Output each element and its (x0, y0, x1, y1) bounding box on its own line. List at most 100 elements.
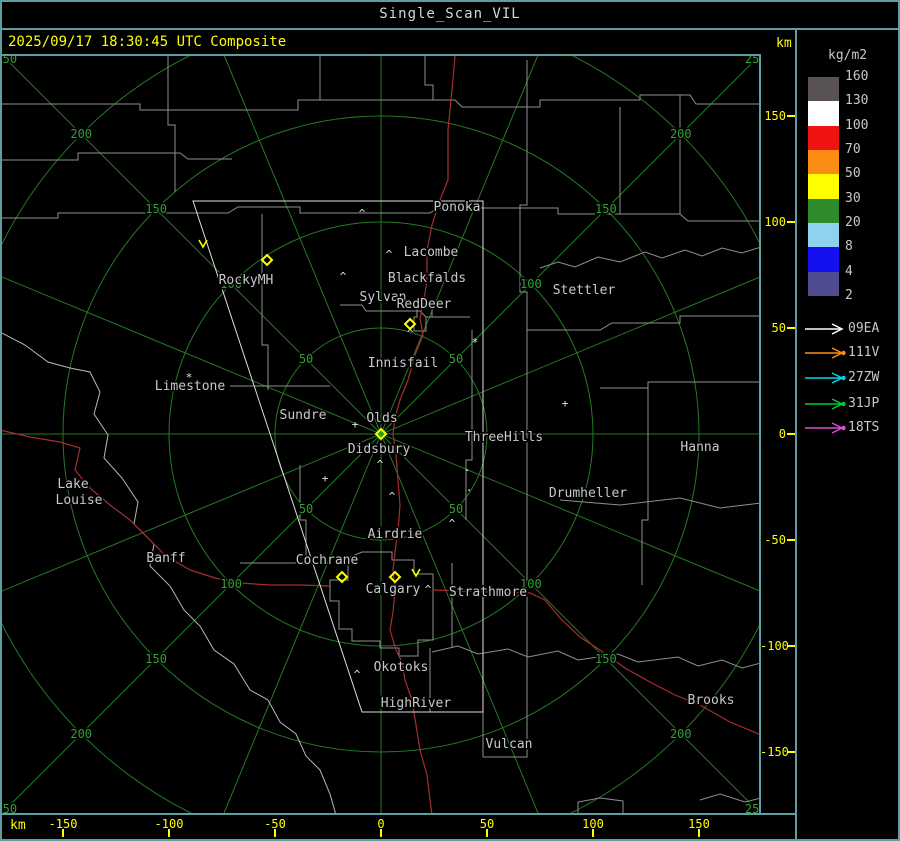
right-axis-label: -50 (764, 533, 786, 547)
point-marker: ^ (389, 490, 396, 503)
scale-boundary-label: 160 (845, 69, 869, 84)
right-axis-label: -150 (760, 745, 789, 759)
city-label: Brooks (688, 693, 735, 708)
city-label: Okotoks (374, 660, 429, 675)
scale-boundary-label: 100 (845, 117, 869, 133)
city-label: Stettler (553, 283, 616, 298)
scan-datetime: 2025/09/17 18:30:45 UTC Composite (8, 34, 287, 50)
point-marker: ^ (340, 270, 347, 283)
provincial-boundary (2, 332, 336, 813)
city-label: HighRiver (381, 696, 452, 711)
radar-site-label: 09EA (848, 321, 880, 336)
check-marker (411, 568, 421, 578)
scale-color-box (808, 222, 839, 248)
scale-boundary-label: 20 (845, 214, 861, 230)
ring-distance-label: 150 (145, 202, 167, 216)
city-label: Hanna (680, 440, 719, 455)
scale-color-box (808, 174, 839, 199)
city-label: Vulcan (486, 737, 533, 752)
scale-color-box (808, 271, 839, 296)
right-axis-tick (787, 645, 795, 647)
ring-distance-label: 150 (145, 652, 167, 666)
radar-site-label: 31JP (848, 396, 880, 411)
right-axis-label: 100 (764, 215, 786, 229)
border-title-divider (0, 28, 900, 30)
scale-color-box (808, 198, 839, 223)
ring-distance-label: 150 (595, 202, 617, 216)
scale-color-box (808, 125, 839, 150)
sidebar-divider (795, 30, 797, 841)
radar-site-label: 18TS (848, 420, 880, 435)
scale-boundary-label: 2 (845, 287, 853, 303)
radar-arrow-icon (805, 422, 846, 434)
point-marker: ^ (377, 458, 384, 471)
right-axis-label: -100 (760, 639, 789, 653)
bottom-axis-tick (698, 829, 700, 837)
scale-boundary-label: 8 (845, 239, 853, 255)
city-label: Drumheller (549, 486, 627, 501)
scale-boundary-label: 70 (845, 141, 861, 157)
city-label: RockyMH (219, 273, 274, 288)
city-label: Innisfail (368, 356, 438, 371)
radar-arrow-icon (805, 347, 846, 359)
point-marker: ^ (449, 517, 456, 530)
city-label: Banff (146, 551, 185, 566)
point-marker: ^ (407, 327, 414, 340)
ring-distance-label: 50 (299, 352, 313, 366)
city-label: ThreeHills (465, 430, 543, 445)
ring-distance-label: 250 (2, 56, 17, 66)
right-axis-tick (787, 433, 795, 435)
point-marker: ^ (354, 668, 361, 681)
right-axis-unit-label: km (776, 36, 792, 51)
city-label: Cochrane (296, 553, 359, 568)
right-axis-label: 0 (778, 427, 786, 441)
scale-color-box (808, 247, 839, 272)
city-label: Olds (366, 411, 397, 426)
point-marker: . (464, 461, 471, 474)
check-marker (198, 239, 208, 249)
bottom-axis-tick (274, 829, 276, 837)
scale-unit-label: kg/m2 (828, 48, 868, 63)
point-marker: + (562, 397, 569, 410)
ring-distance-label: 250 (745, 802, 759, 813)
city-label: Ponoka (434, 200, 481, 215)
scale-boundary-label: 30 (845, 190, 861, 206)
ring-distance-label: 150 (595, 652, 617, 666)
bottom-axis-unit-label: km (10, 818, 26, 833)
ring-distance-label: 200 (70, 727, 92, 741)
city-label: Sundre (280, 408, 327, 423)
ring-distance-label: 100 (220, 577, 242, 591)
right-axis-tick (787, 751, 795, 753)
radar-arrow-icon (805, 372, 846, 384)
radar-arrow-icon (805, 323, 844, 335)
point-marker: . (466, 481, 473, 494)
diamond-marker (260, 253, 274, 267)
point-marker: ^ (386, 248, 393, 261)
radar-site-label: 111V (848, 345, 880, 360)
point-marker: ^ (359, 207, 366, 220)
ring-distance-label: 50 (449, 352, 463, 366)
city-label: Louise (56, 493, 103, 508)
city-label: Didsbury (348, 442, 411, 457)
diamond-marker (388, 570, 402, 584)
city-label: Airdrie (368, 527, 423, 542)
city-label: Strathmore (449, 585, 527, 600)
radar-map-canvas[interactable]: 50 5050 50100 100100 100150 150150 150200 20020… (2, 56, 759, 813)
bottom-axis-tick (486, 829, 488, 837)
right-axis-label: 50 (771, 321, 786, 335)
bottom-axis-tick (168, 829, 170, 837)
radar-arrow-icon (805, 398, 846, 410)
ring-distance-label: 200 (670, 127, 692, 141)
border-top (0, 0, 900, 2)
right-axis-tick (787, 327, 795, 329)
city-label: Calgary (366, 582, 421, 597)
city-label: Lake (57, 477, 88, 492)
bottom-axis-tick (592, 829, 594, 837)
bottom-axis-tick (380, 829, 382, 837)
ring-distance-label: 50 (449, 502, 463, 516)
radar-site-label: 27ZW (848, 370, 880, 385)
right-axis-label: 150 (764, 109, 786, 123)
ring-distance-label: 250 (2, 802, 17, 813)
scale-boundary-label: 4 (845, 263, 853, 279)
ring-distance-label: 250 (745, 56, 759, 66)
